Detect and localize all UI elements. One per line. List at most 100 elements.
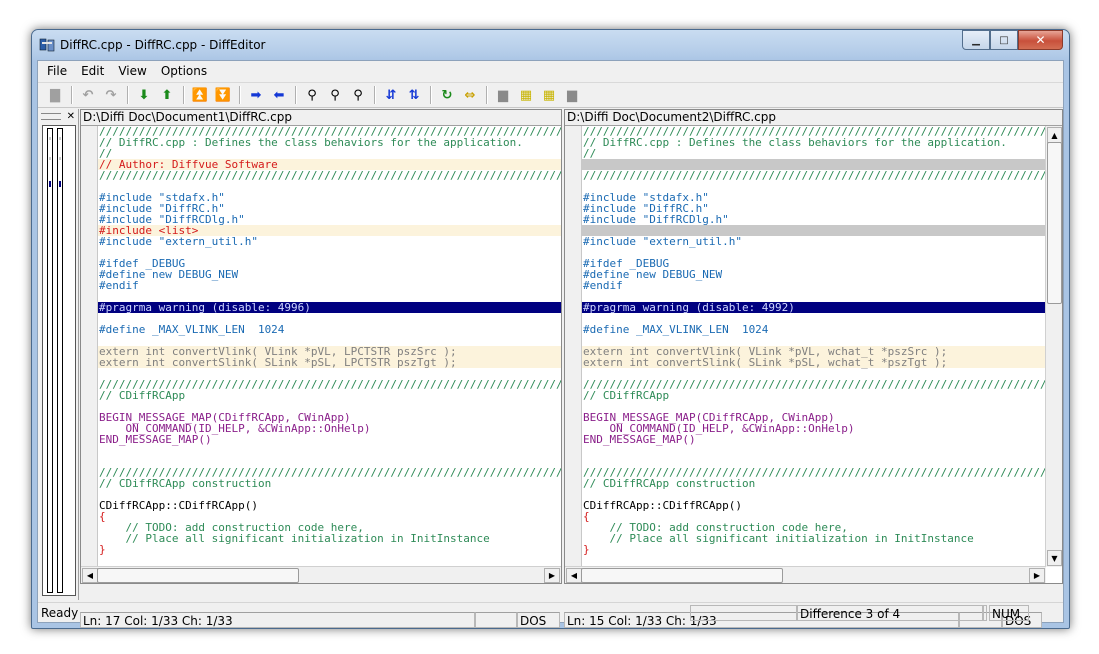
left-hscroll-thumb[interactable] — [97, 568, 299, 583]
code-line[interactable]: CDiffRCApp::CDiffRCApp() — [582, 500, 1045, 511]
menu-file[interactable]: File — [42, 64, 72, 78]
code-line[interactable]: #define _MAX_VLINK_LEN 1024 — [582, 324, 1045, 335]
app-icon — [39, 38, 55, 52]
next-diff-icon[interactable]: ⬇ — [135, 86, 153, 104]
status-ready: Ready — [41, 605, 79, 620]
menu-options[interactable]: Options — [156, 64, 212, 78]
code-line[interactable] — [582, 445, 1045, 456]
code-line[interactable]: // Place all significant initialization … — [98, 533, 561, 544]
code-line[interactable]: ////////////////////////////////////////… — [582, 170, 1045, 181]
code-line[interactable]: // CDiffRCApp — [98, 390, 561, 401]
status-bar: Ready Difference 3 of 4 NUM — [38, 602, 1063, 622]
left-hscrollbar[interactable]: ◀ ▶ — [81, 566, 561, 583]
main-window: DiffRC.cpp - DiffRC.cpp - DiffEditor ▁ □… — [31, 29, 1070, 629]
left-gutter — [81, 126, 98, 567]
grip-icon[interactable] — [41, 112, 61, 120]
code-line[interactable]: #define _MAX_VLINK_LEN 1024 — [98, 324, 561, 335]
close-button[interactable]: ✕ — [1018, 30, 1063, 50]
code-line[interactable]: // DiffRC.cpp : Defines the class behavi… — [98, 137, 561, 148]
copy-left-icon[interactable]: ⬅ — [270, 86, 288, 104]
right-file-path: D:\Diffi Doc\Document2\DiffRC.cpp — [565, 110, 1062, 126]
maximize-icon: □ — [999, 34, 1009, 46]
layout-4-icon[interactable]: ▆ — [563, 86, 581, 104]
status-blank-cell-2 — [983, 604, 987, 621]
layout-2-icon[interactable]: ▦ — [517, 86, 535, 104]
diff-map-panel: ✕ — [38, 109, 79, 600]
status-num: NUM — [989, 604, 1029, 621]
code-line[interactable]: // DiffRC.cpp : Defines the class behavi… — [582, 137, 1045, 148]
left-code-view[interactable]: ////////////////////////////////////////… — [98, 126, 561, 567]
maximize-button[interactable]: □ — [990, 30, 1018, 50]
right-hscroll-thumb[interactable] — [581, 568, 783, 583]
title-bar[interactable]: DiffRC.cpp - DiffRC.cpp - DiffEditor ▁ □… — [32, 30, 1069, 60]
code-line[interactable] — [98, 445, 561, 456]
scroll-right-icon[interactable]: ▶ — [544, 568, 560, 583]
code-line[interactable]: ////////////////////////////////////////… — [98, 170, 561, 181]
prev-diff-icon[interactable]: ⬆ — [158, 86, 176, 104]
find-next-icon[interactable]: ⚲ — [326, 86, 344, 104]
diff-map[interactable] — [42, 125, 76, 596]
menu-view[interactable]: View — [113, 64, 151, 78]
code-line[interactable]: // CDiffRCApp construction — [98, 478, 561, 489]
close-map-icon[interactable]: ✕ — [67, 111, 75, 122]
code-line[interactable]: #pragrma warning (disable: 4996) — [98, 302, 561, 313]
map-current-marker — [49, 181, 51, 187]
left-pane: D:\Diffi Doc\Document1\DiffRC.cpp //////… — [80, 109, 562, 584]
right-vscrollbar[interactable]: ▲ ▼ — [1045, 126, 1062, 567]
code-line[interactable]: CDiffRCApp::CDiffRCApp() — [98, 500, 561, 511]
find-icon[interactable]: ⚲ — [303, 86, 321, 104]
code-line[interactable]: #include "extern_util.h" — [98, 236, 561, 247]
toolbar-separator — [486, 86, 488, 104]
toolbar-separator — [374, 86, 376, 104]
last-diff-icon[interactable]: ⏬ — [214, 86, 232, 104]
menu-edit[interactable]: Edit — [76, 64, 109, 78]
refresh-icon[interactable]: ↻ — [438, 86, 456, 104]
toolbar-separator — [71, 86, 73, 104]
map-column-right — [57, 128, 63, 593]
right-gutter — [565, 126, 582, 567]
toolbar-separator — [183, 86, 185, 104]
copy-right-icon[interactable]: ➡ — [247, 86, 265, 104]
code-line[interactable]: #endif — [582, 280, 1045, 291]
toolbar-separator — [295, 86, 297, 104]
code-line[interactable]: // CDiffRCApp construction — [582, 478, 1045, 489]
sync-up-icon[interactable]: ⇅ — [405, 86, 423, 104]
status-difference: Difference 3 of 4 — [797, 604, 983, 621]
code-line[interactable]: #include "DiffRCDlg.h" — [582, 214, 1045, 225]
layout-1-icon[interactable]: ▆ — [494, 86, 512, 104]
right-hscrollbar[interactable]: ◀ ▶ — [565, 566, 1046, 583]
undo-icon[interactable]: ↶ — [79, 86, 97, 104]
code-line[interactable]: #define new DEBUG_NEW — [98, 269, 561, 280]
code-line[interactable]: extern int convertSlink( SLink *pSL, wch… — [582, 357, 1045, 368]
code-line[interactable]: #include "extern_util.h" — [582, 236, 1045, 247]
close-icon: ✕ — [1035, 33, 1046, 47]
swap-icon[interactable]: ⇔ — [461, 86, 479, 104]
first-diff-icon[interactable]: ⏫ — [191, 86, 209, 104]
save-icon[interactable]: ▇ — [46, 86, 64, 104]
code-line[interactable]: #endif — [98, 280, 561, 291]
scroll-left-icon[interactable]: ◀ — [566, 568, 582, 583]
right-vscroll-thumb[interactable] — [1047, 142, 1062, 304]
code-line[interactable]: // — [582, 148, 1045, 159]
right-code-view[interactable]: ////////////////////////////////////////… — [582, 126, 1045, 567]
code-line[interactable]: // Place all significant initialization … — [582, 533, 1045, 544]
scroll-up-icon[interactable]: ▲ — [1047, 127, 1062, 143]
status-blank-cell — [690, 604, 797, 621]
find-prev-icon[interactable]: ⚲ — [349, 86, 367, 104]
minimize-button[interactable]: ▁ — [962, 30, 990, 50]
code-line[interactable]: } — [98, 544, 561, 555]
scroll-down-icon[interactable]: ▼ — [1047, 550, 1062, 566]
code-line[interactable]: // CDiffRCApp — [582, 390, 1045, 401]
code-line[interactable]: } — [582, 544, 1045, 555]
code-line[interactable]: extern int convertSlink( SLink *pSL, LPC… — [98, 357, 561, 368]
code-line[interactable]: #define new DEBUG_NEW — [582, 269, 1045, 280]
layout-3-icon[interactable]: ▦ — [540, 86, 558, 104]
sync-down-icon[interactable]: ⇵ — [382, 86, 400, 104]
scroll-left-icon[interactable]: ◀ — [82, 568, 98, 583]
scroll-right-icon[interactable]: ▶ — [1029, 568, 1045, 583]
code-line[interactable]: END_MESSAGE_MAP() — [98, 434, 561, 445]
redo-icon[interactable]: ↷ — [102, 86, 120, 104]
code-line[interactable]: END_MESSAGE_MAP() — [582, 434, 1045, 445]
toolbar-separator — [239, 86, 241, 104]
code-line[interactable]: #pragrma warning (disable: 4992) — [582, 302, 1045, 313]
